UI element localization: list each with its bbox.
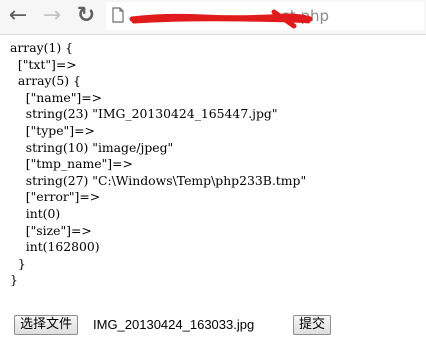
back-arrow-icon[interactable]: ← [6, 3, 30, 29]
choose-file-button[interactable]: 选择文件 [14, 315, 79, 335]
browser-toolbar: ← → ↻ st.php [0, 0, 426, 35]
url-text: st.php [132, 7, 392, 25]
dump-line: ["tmp_name"]=> [10, 156, 133, 172]
dump-line: } [10, 255, 26, 271]
upload-form: 选择文件 IMG_20130424_163033.jpg 提交 [14, 315, 424, 337]
dump-line: ["name"]=> [10, 89, 103, 105]
dump-line: ["error"]=> [10, 189, 101, 205]
url-redacted-part [132, 11, 282, 21]
dump-line: ["size"]=> [10, 222, 92, 238]
dump-line: array(5) { [10, 73, 81, 89]
dump-line: ["type"]=> [10, 122, 95, 138]
submit-button[interactable]: 提交 [293, 315, 332, 335]
dump-line: array(1) { [10, 40, 73, 55]
dump-line: ["txt"]=> [10, 56, 77, 72]
url-visible-part: st.php [282, 7, 330, 25]
dump-line: string(10) "image/jpeg" [10, 139, 174, 155]
dump-line: string(27) "C:\Windows\Temp\php233B.tmp" [10, 172, 307, 188]
dump-line: int(162800) [10, 239, 100, 255]
address-bar[interactable]: st.php [106, 2, 424, 30]
dump-line: int(0) [10, 205, 61, 221]
selected-file-name: IMG_20130424_163033.jpg [93, 317, 255, 332]
dump-line: string(23) "IMG_20130424_165447.jpg" [10, 106, 278, 122]
page-icon [112, 7, 124, 23]
var-dump-output: array(1) { ["txt"]=> array(5) { ["name"]… [10, 40, 306, 289]
reload-icon[interactable]: ↻ [74, 3, 98, 29]
dump-line: } [10, 272, 18, 288]
forward-arrow-icon[interactable]: → [40, 3, 64, 29]
